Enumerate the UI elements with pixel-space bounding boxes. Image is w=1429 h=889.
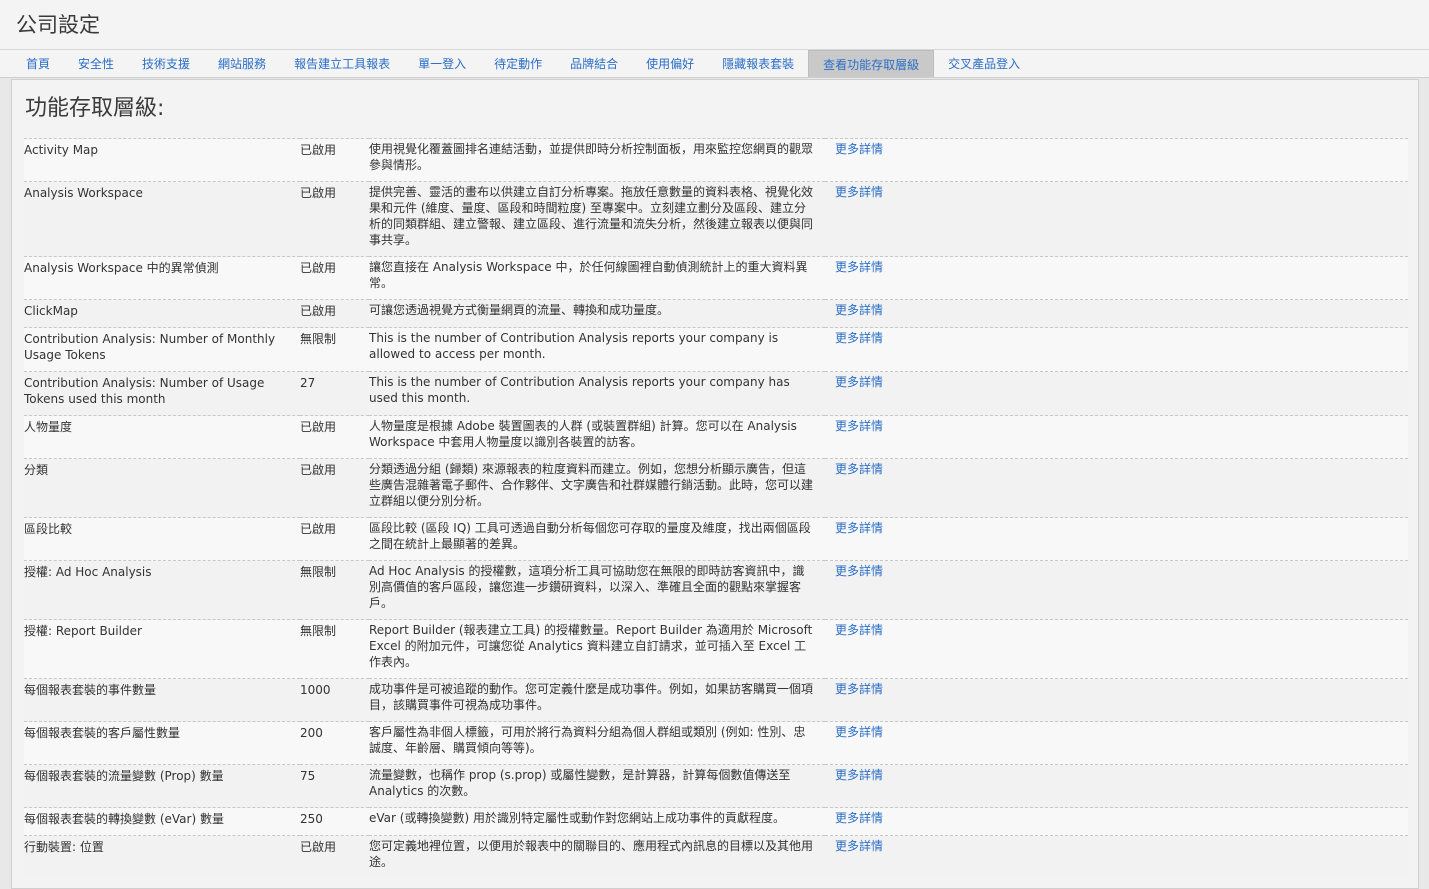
feature-description: This is the number of Contribution Analy… [369, 331, 779, 361]
more-details-link[interactable]: 更多詳情 [825, 416, 1408, 459]
tab-bar: 首頁 安全性 技術支援 網站服務 報告建立工具報表 單一登入 待定動作 品牌結合 使用偏好 隱藏報… [0, 50, 1429, 78]
tab-10[interactable]: 查看功能存取層級 [808, 50, 935, 77]
feature-description: 使用視覺化覆蓋圖排名連結活動，並提供即時分析控制面板，用來監控您網頁的觀眾參與情… [369, 142, 814, 172]
feature-description: This is the number of Contribution Analy… [369, 375, 790, 405]
tab-11[interactable]: 交叉產品登入 [934, 50, 1034, 77]
feature-status: 75 [300, 769, 316, 783]
feature-name: Activity Map [24, 143, 99, 157]
feature-description: 成功事件是可被追蹤的動作。您可定義什麼是成功事件。例如，如果訪客購買一個項目，該… [369, 682, 814, 712]
feature-status: 已啟用 [300, 186, 337, 200]
tab-0[interactable]: 首頁 [12, 50, 64, 77]
tab-4[interactable]: 報告建立工具報表 [280, 50, 404, 77]
feature-status: 無限制 [300, 565, 337, 579]
feature-name: 區段比較 [24, 522, 73, 536]
feature-description: 客戶屬性為非個人標籤，可用於將行為資料分組為個人群組或類別 (例如: 性別、忠誠… [369, 725, 806, 755]
feature-name: Analysis Workspace 中的異常偵測 [24, 261, 219, 275]
panel-heading: 功能存取層級: [25, 96, 165, 121]
more-details-link[interactable]: 更多詳情 [825, 765, 1408, 808]
feature-name: 行動裝置: 位置 [24, 840, 104, 854]
more-details-link[interactable]: 更多詳情 [825, 182, 1408, 257]
feature-access-panel: 功能存取層級: Activity Map 已啟用 使用視覺化覆蓋圖排名連結活動，並提… [11, 79, 1419, 889]
feature-status: 200 [300, 726, 323, 740]
table-row: 每個報表套裝的轉換變數 (eVar) 數量 250 eVar (或轉換變數) 用於識… [24, 807, 1408, 836]
feature-status: 無限制 [300, 624, 337, 638]
more-details-link[interactable]: 更多詳情 [825, 459, 1408, 518]
feature-description: 提供完善、靈活的畫布以供建立自訂分析專案。拖放任意數量的資料表格、視覺化效果和元… [369, 185, 814, 247]
table-row: Analysis Workspace 中的異常偵測 已啟用 讓您直接在 Analys… [24, 256, 1408, 300]
feature-status: 250 [300, 812, 323, 826]
tab-3[interactable]: 網站服務 [204, 50, 280, 77]
tab-7[interactable]: 品牌結合 [556, 50, 632, 77]
tab-1[interactable]: 安全性 [64, 50, 128, 77]
feature-table: Activity Map 已啟用 使用視覺化覆蓋圖排名連結活動，並提供即時分析控制面… [24, 138, 1408, 878]
feature-status: 已啟用 [300, 463, 337, 477]
more-details-link[interactable]: 更多詳情 [825, 257, 1408, 300]
feature-name: 每個報表套裝的事件數量 [24, 683, 157, 697]
page-header: 公司設定 [0, 0, 1429, 50]
tab-2[interactable]: 技術支援 [128, 50, 204, 77]
more-details-link[interactable]: 更多詳情 [825, 722, 1408, 765]
tab-6[interactable]: 待定動作 [480, 50, 556, 77]
table-row: 授權: Report Builder 無限制 Report Builder (報表建… [24, 619, 1408, 679]
feature-status: 1000 [300, 683, 331, 697]
table-row: 人物量度 已啟用 人物量度是根據 Adobe 裝置圖表的人群 (或裝置群組) 計算。… [24, 415, 1408, 459]
table-row: 分類 已啟用 分類透過分組 (歸類) 來源報表的粒度資料而建立。例如，您想分析顯示廣… [24, 458, 1408, 518]
table-row: ClickMap 已啟用 可讓您透過視覺方式衡量網頁的流量、轉換和成功量度。 更多詳情 [24, 299, 1408, 328]
feature-name: 每個報表套裝的客戶屬性數量 [24, 726, 181, 740]
feature-description: 流量變數，也稱作 prop (s.prop) 或屬性變數，是計算器，計算每個數值… [369, 768, 791, 798]
feature-description: 區段比較 (區段 IQ) 工具可透過自動分析每個您可存取的量度及維度，找出兩個區… [369, 521, 811, 551]
feature-description: 分類透過分組 (歸類) 來源報表的粒度資料而建立。例如，您想分析顯示廣告，但這些… [369, 462, 814, 508]
page-title: 公司設定 [16, 13, 100, 37]
table-row: Contribution Analysis: Number of Usage T… [24, 371, 1408, 416]
more-details-link[interactable]: 更多詳情 [825, 300, 1408, 328]
feature-description: 人物量度是根據 Adobe 裝置圖表的人群 (或裝置群組) 計算。您可以在 An… [369, 419, 797, 449]
feature-status: 已啟用 [300, 304, 337, 318]
more-details-link[interactable]: 更多詳情 [825, 620, 1408, 679]
feature-name: 每個報表套裝的轉換變數 (eVar) 數量 [24, 812, 224, 826]
more-details-link[interactable]: 更多詳情 [825, 372, 1408, 416]
feature-status: 已啟用 [300, 840, 337, 854]
feature-name: 每個報表套裝的流量變數 (Prop) 數量 [24, 769, 224, 783]
tab-9[interactable]: 隱藏報表套裝 [708, 50, 808, 77]
feature-description: Report Builder (報表建立工具) 的授權數量。Report Bui… [369, 623, 813, 669]
feature-status: 已啟用 [300, 522, 337, 536]
table-row: 行動裝置: 位置 已啟用 您可定義地裡位置，以便用於報表中的關聯目的、應用程式內訊息… [24, 835, 1408, 879]
feature-name: 分類 [24, 463, 49, 477]
table-row: 每個報表套裝的客戶屬性數量 200 客戶屬性為非個人標籤，可用於將行為資料分組為個人… [24, 721, 1408, 765]
tab-8[interactable]: 使用偏好 [632, 50, 708, 77]
feature-status: 已啟用 [300, 261, 337, 275]
more-details-link[interactable]: 更多詳情 [825, 836, 1408, 879]
feature-name: 人物量度 [24, 420, 73, 434]
table-row: Contribution Analysis: Number of Monthly… [24, 327, 1408, 372]
feature-name: 授權: Report Builder [24, 624, 142, 638]
more-details-link[interactable]: 更多詳情 [825, 808, 1408, 836]
feature-name: Contribution Analysis: Number of Monthly… [24, 332, 276, 362]
more-details-link[interactable]: 更多詳情 [825, 139, 1408, 182]
feature-status: 無限制 [300, 332, 337, 346]
feature-status: 已啟用 [300, 143, 337, 157]
feature-name: 授權: Ad Hoc Analysis [24, 565, 152, 579]
more-details-link[interactable]: 更多詳情 [825, 679, 1408, 722]
table-row: 授權: Ad Hoc Analysis 無限制 Ad Hoc Analysis 的授… [24, 560, 1408, 620]
feature-name: Contribution Analysis: Number of Usage T… [24, 376, 265, 406]
more-details-link[interactable]: 更多詳情 [825, 561, 1408, 620]
feature-name: ClickMap [24, 304, 78, 318]
table-row: 每個報表套裝的流量變數 (Prop) 數量 75 流量變數，也稱作 prop (s.… [24, 764, 1408, 808]
feature-status: 27 [300, 376, 316, 390]
table-row: Activity Map 已啟用 使用視覺化覆蓋圖排名連結活動，並提供即時分析控制面… [24, 138, 1408, 182]
table-row: 區段比較 已啟用 區段比較 (區段 IQ) 工具可透過自動分析每個您可存取的量度及維… [24, 517, 1408, 561]
table-row: 每個報表套裝的事件數量 1000 成功事件是可被追蹤的動作。您可定義什麼是成功事件。… [24, 678, 1408, 722]
feature-description: 讓您直接在 Analysis Workspace 中，於任何線圖裡自動偵測統計上… [369, 260, 808, 290]
more-details-link[interactable]: 更多詳情 [825, 518, 1408, 561]
feature-description: 可讓您透過視覺方式衡量網頁的流量、轉換和成功量度。 [369, 303, 670, 317]
feature-description: eVar (或轉換變數) 用於識別特定屬性或動作對您網站上成功事件的貢獻程度。 [369, 811, 785, 825]
feature-description: 您可定義地裡位置，以便用於報表中的關聯目的、應用程式內訊息的目標以及其他用途。 [369, 839, 814, 869]
feature-status: 已啟用 [300, 420, 337, 434]
more-details-link[interactable]: 更多詳情 [825, 328, 1408, 372]
feature-name: Analysis Workspace [24, 186, 143, 200]
table-row: Analysis Workspace 已啟用 提供完善、靈活的畫布以供建立自訂分析專… [24, 181, 1408, 257]
tab-5[interactable]: 單一登入 [404, 50, 480, 77]
feature-description: Ad Hoc Analysis 的授權數，這項分析工具可協助您在無限的即時訪客資… [369, 564, 805, 610]
